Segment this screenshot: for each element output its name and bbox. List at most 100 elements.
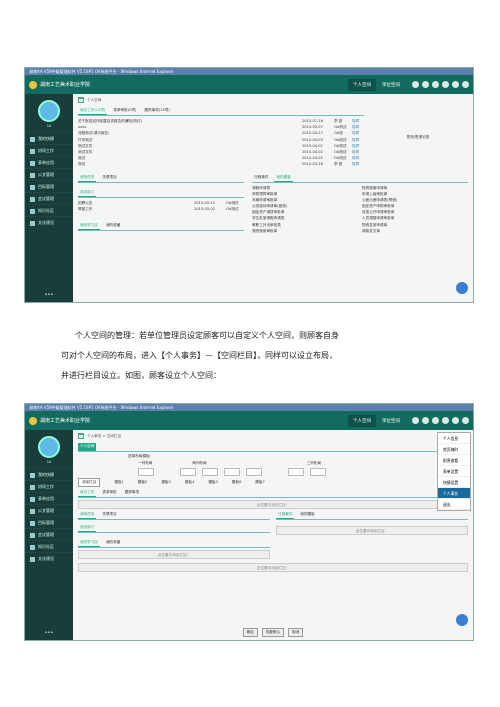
layout-thumb[interactable] (288, 468, 304, 476)
speaker-icon[interactable] (456, 614, 468, 626)
sidebar-item[interactable]: 表单应用 (25, 492, 73, 504)
dept-label: 测试部门 (78, 189, 97, 197)
tab-templates[interactable]: 我的模板 (274, 174, 293, 182)
tab-templates[interactable]: 我的模板 (298, 511, 316, 519)
toolbar-icon[interactable] (452, 417, 459, 424)
sidebar-item[interactable]: 协同工作 (25, 144, 73, 156)
toolbar-icon[interactable] (462, 81, 469, 88)
cancel-button[interactable]: 取消 (288, 628, 304, 637)
sidebar-item[interactable]: 文化建设 (25, 216, 73, 228)
menu-item-selected[interactable]: 个人事务 (438, 488, 470, 499)
menu-item[interactable]: 职责查看 (438, 455, 470, 466)
tab-my-tasks[interactable]: 我的任务 (78, 174, 97, 182)
nav-personal-space[interactable]: 个人空间 (348, 78, 376, 91)
layout-thumb[interactable] (180, 468, 196, 476)
list-item[interactable]: 简报工作 2015-05-02 OA测试 (78, 206, 244, 212)
toolbar-icon[interactable] (412, 417, 419, 424)
sidebar-item[interactable]: 知识社区 (25, 204, 73, 216)
sidebar-item[interactable]: 知识社区 (25, 540, 73, 552)
tab-todo[interactable]: 待办工作(15项) (78, 107, 108, 115)
tab-favorites[interactable]: 我的收藏 (104, 222, 122, 230)
sidebar-item[interactable]: 文化建设 (25, 552, 73, 564)
section-personal-space[interactable]: 个人空间 (78, 443, 97, 451)
tab-related-projects[interactable]: 关联项目 (100, 511, 118, 519)
menu-item[interactable]: 退出 (438, 499, 470, 510)
sidebar-item[interactable]: 公文管理 (25, 168, 73, 180)
menu-icon (30, 160, 35, 166)
template-item[interactable]: 物资使用审批单 (252, 228, 358, 234)
sidebar-item[interactable]: 目标管理 (25, 516, 73, 528)
tab-favorites[interactable]: 我的收藏 (104, 539, 122, 547)
tab-tracking[interactable]: 跟踪事项(15项) (142, 107, 171, 115)
toolbar-icon[interactable] (442, 417, 449, 424)
menu-item[interactable]: 个人信息 (438, 433, 470, 444)
confirm-button[interactable]: 确定 (242, 628, 258, 637)
layout-option[interactable]: 模板2 (138, 480, 147, 485)
tab-my-tasks[interactable]: 我的任务 (78, 511, 97, 519)
layout-thumb[interactable] (310, 468, 326, 476)
add-column-button[interactable]: 添加栏目 (78, 478, 101, 487)
tab-schedule[interactable]: 日程事件 (252, 174, 270, 182)
sidebar-item[interactable]: 会议管理 (25, 528, 73, 540)
menu-icon (30, 220, 35, 226)
restore-default-button[interactable]: 恢复默认 (261, 628, 285, 637)
school-logo-icon (29, 80, 37, 89)
tab-tracking[interactable]: 跟踪事项 (123, 489, 141, 497)
more-dots-icon[interactable]: ••• (25, 292, 73, 298)
avatar[interactable] (38, 100, 60, 122)
col-label: 一列布局 (138, 461, 153, 465)
sidebar-item[interactable]: 协同工作 (25, 480, 73, 492)
layout-option[interactable]: 模板5 (208, 480, 217, 485)
layout-option[interactable]: 模板3 (161, 480, 170, 485)
layout-thumb[interactable] (224, 468, 240, 476)
template-item[interactable]: 请款发文单 (362, 228, 468, 234)
list-item[interactable]: 测试 2015-03-26 李 锐协同 (78, 161, 364, 167)
toolbar-icon[interactable] (432, 81, 439, 88)
layout-option[interactable]: 模板7 (255, 480, 264, 485)
layout-option[interactable]: 模板1 (114, 480, 123, 485)
sidebar-item[interactable]: 会议管理 (25, 192, 73, 204)
col-label: 两列布局 (192, 461, 207, 465)
column-placeholder[interactable]: 此位置可添加栏目！ (78, 563, 468, 572)
toolbar-icon[interactable] (422, 81, 429, 88)
sidebar-item[interactable]: 表单应用 (25, 156, 73, 168)
avatar[interactable] (38, 436, 60, 458)
more-dots-icon[interactable]: ••• (25, 630, 73, 636)
sidebar-item[interactable]: 我的快捷 (25, 468, 73, 480)
toolbar-icon[interactable] (462, 417, 469, 424)
tab-form-approval[interactable]: 表单审批(0项) (111, 107, 138, 115)
sidebar-item[interactable]: 目标管理 (25, 180, 73, 192)
nav-unit-space[interactable]: 单位空间 (382, 418, 400, 424)
layout-option[interactable]: 模板6 (232, 480, 241, 485)
toolbar-icon[interactable] (452, 81, 459, 88)
column-placeholder[interactable]: 此位置可添加栏目！ (276, 526, 468, 535)
tab-schedule[interactable]: 日程事件 (276, 511, 295, 519)
home-icon (78, 433, 84, 439)
tab-related-projects[interactable]: 关联项目 (100, 174, 118, 182)
tab-study[interactable]: 我的学习区 (78, 222, 100, 230)
paragraph-line: 并进行栏目设立。如图，顾客设立个人空间： (61, 371, 221, 380)
toolbar-icon[interactable] (432, 417, 439, 424)
column-placeholder[interactable]: 此位置可添加栏目！ (78, 550, 270, 559)
tab-study[interactable]: 我的学习区 (78, 539, 100, 547)
layout-thumb[interactable] (246, 468, 262, 476)
toolbar-icon[interactable] (422, 417, 429, 424)
column-placeholder[interactable]: 此位置可添加栏目！ (78, 500, 468, 509)
nav-unit-space[interactable]: 单位空间 (382, 82, 400, 88)
layout-option[interactable]: 模板4 (185, 480, 194, 485)
nav-personal-space[interactable]: 个人空间 (348, 414, 376, 427)
menu-item[interactable]: 表单设置 (438, 466, 470, 477)
sidebar: 1A 我的快捷 协同工作 表单应用 公文管理 目标管理 会议管理 知识社区 文化… (25, 94, 73, 302)
speaker-icon[interactable] (456, 282, 468, 294)
tab-todo[interactable]: 待办工作 (78, 489, 97, 497)
home-icon (78, 97, 84, 103)
toolbar-icon[interactable] (412, 81, 419, 88)
toolbar-icon[interactable] (442, 81, 449, 88)
menu-item[interactable]: 首页随时 (438, 444, 470, 455)
layout-thumb[interactable] (202, 468, 218, 476)
layout-thumb[interactable] (138, 468, 154, 476)
tab-form-approval[interactable]: 表单审批 (100, 489, 118, 497)
menu-item[interactable]: 快捷设置 (438, 477, 470, 488)
sidebar-item[interactable]: 我的快捷 (25, 132, 73, 144)
sidebar-item[interactable]: 公文管理 (25, 504, 73, 516)
